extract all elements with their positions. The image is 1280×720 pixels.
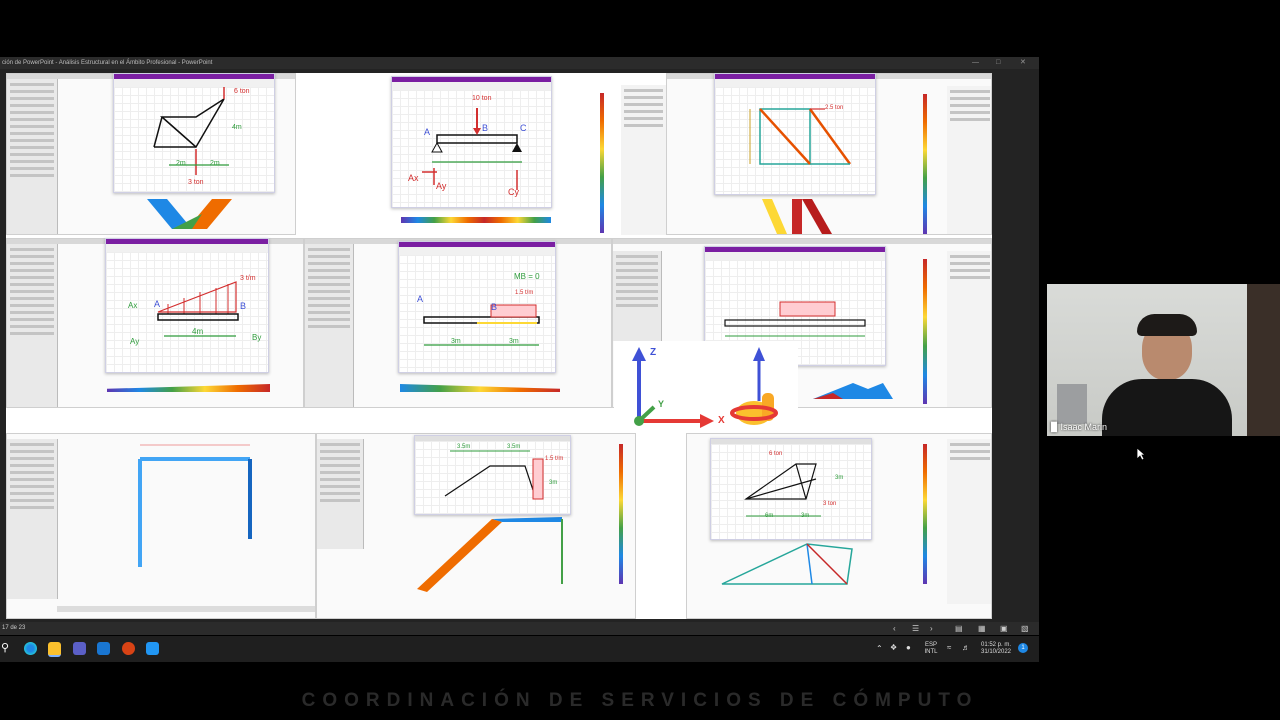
d2-cy-label: Cy xyxy=(508,187,519,197)
software-screenshot-7 xyxy=(6,433,316,619)
clock-date: 31/10/2022 xyxy=(980,649,1012,655)
color-scale-legend xyxy=(600,93,604,233)
windows-taskbar: ⚲ ⌃ ❖ ● ESP INTL ≈ ♬ 01:52 p. m. 31/10/2… xyxy=(0,636,1039,662)
d5-moment-label: MB = 0 xyxy=(514,272,540,281)
frame-result-render xyxy=(138,444,252,567)
mail-icon[interactable] xyxy=(97,642,110,655)
powerpoint-icon[interactable] xyxy=(122,642,135,655)
d3-load-label: 2.5 ton xyxy=(825,105,844,111)
bookshelf-background xyxy=(1247,284,1280,436)
truss-result-render xyxy=(147,199,232,229)
d6-dim1-label: 3.5m xyxy=(457,444,471,450)
d7-dim3-label: 3m xyxy=(835,475,844,481)
slideshow-icon[interactable]: ▧ xyxy=(1021,622,1029,635)
d1-force-label: 3 ton xyxy=(188,179,204,186)
d6-dim3-label: 3m xyxy=(549,480,558,486)
prev-slide-icon[interactable]: ‹ xyxy=(893,622,896,635)
d5-dim2-label: 3m xyxy=(509,338,519,345)
sketch-card-beam-3: MB = 0 1.5 t/m A B 3m 3m xyxy=(398,241,556,373)
volume-icon[interactable]: ♬ xyxy=(962,644,970,652)
d1-load-label: 6 ton xyxy=(234,88,250,95)
sketch-card-truss-3: 6 ton 6m 3m 3m 3 ton xyxy=(710,438,872,540)
footer-banner: COORDINACIÓN DE SERVICIOS DE CÓMPUTO xyxy=(301,690,979,711)
d4-load-label: 3 t/m xyxy=(240,275,256,282)
zoom-app-icon[interactable] xyxy=(146,642,159,655)
d2-ax-label: Ax xyxy=(408,173,419,183)
d5-node-a: A xyxy=(417,294,424,304)
d2-node-a: A xyxy=(424,127,431,137)
language-code: ESP xyxy=(924,642,937,648)
d2-node-c: C xyxy=(520,123,527,133)
clock-time: 01:52 p. m. xyxy=(980,642,1012,648)
results-tree-panel xyxy=(621,85,667,235)
d1-dim3-label: 2m xyxy=(210,160,220,167)
slide-sorter-icon[interactable]: ▦ xyxy=(978,622,986,635)
d2-ay-label: Ay xyxy=(436,181,447,191)
sketch-card-truss-1: 6 ton 4m 2m 2m 3 ton xyxy=(113,73,275,193)
notes-icon[interactable]: ☰ xyxy=(912,622,919,635)
d4-node-b: B xyxy=(240,301,247,311)
input-language[interactable]: ESP INTL xyxy=(920,642,942,656)
close-icon[interactable]: ✕ xyxy=(1020,57,1026,69)
slide-canvas[interactable]: 6 ton 4m 2m 2m 3 ton 10 ton A B C Ax Ay … xyxy=(6,73,992,619)
maximize-icon[interactable]: □ xyxy=(996,57,1000,69)
teams-icon[interactable] xyxy=(73,642,86,655)
search-icon[interactable]: ⚲ xyxy=(1,642,14,655)
chevron-up-icon[interactable]: ⌃ xyxy=(876,645,883,653)
axis-orientation-overlay: Z Y X xyxy=(614,341,798,437)
d1-dim1-label: 4m xyxy=(232,124,242,131)
person-hair xyxy=(1137,314,1197,336)
person-shirt xyxy=(1102,379,1232,436)
clock[interactable]: 01:52 p. m. 31/10/2022 xyxy=(976,642,1016,656)
d7-dim2-label: 3m xyxy=(801,513,810,519)
d7-force-label: 3 ton xyxy=(823,501,837,507)
d1-dim2-label: 2m xyxy=(176,160,186,167)
d5-dim1-label: 3m xyxy=(451,338,461,345)
powerpoint-status-bar: 17 de 23 ‹ ☰ › ▤ ▦ ▣ ▧ xyxy=(0,622,1039,635)
network-share-icon[interactable]: ❖ xyxy=(890,644,897,652)
background-wall-item xyxy=(1057,384,1087,424)
d2-load-label: 10 ton xyxy=(472,95,492,102)
d5-load-label: 1.5 t/m xyxy=(515,290,534,296)
signal-bars-icon: ▉ xyxy=(1051,422,1058,432)
d2-node-b: B xyxy=(482,123,489,133)
d5-node-b: B xyxy=(491,302,498,312)
wifi-icon[interactable]: ≈ xyxy=(947,644,951,652)
microphone-icon[interactable]: ● xyxy=(906,644,911,652)
d7-load-label: 6 ton xyxy=(769,451,783,457)
minimize-icon[interactable]: — xyxy=(972,57,979,69)
normal-view-icon[interactable]: ▤ xyxy=(955,622,963,635)
d4-ay-label: Ay xyxy=(130,337,140,346)
beam-result-gradient xyxy=(401,217,551,223)
d6-dim2-label: 3.5m xyxy=(507,444,521,450)
d7-dim1-label: 6m xyxy=(765,513,774,519)
slide-counter: 17 de 23 xyxy=(2,625,26,631)
participant-name: Isaac Marin xyxy=(1060,422,1107,432)
next-slide-icon[interactable]: › xyxy=(930,622,933,635)
axis-x-label: X xyxy=(718,415,725,426)
sketch-card-beam-2: 3 t/m A B Ax Ay By 4m xyxy=(105,238,269,373)
sketch-card-frame-2: 3.5m 3.5m 1.5 t/m 3m xyxy=(414,435,571,515)
sketch-card-beam-1: 10 ton A B C Ax Ay Cy xyxy=(391,76,552,208)
edge-browser-icon[interactable] xyxy=(24,642,37,655)
notification-icon[interactable]: 1 xyxy=(1018,643,1028,653)
d6-load-label: 1.5 t/m xyxy=(545,456,564,462)
webcam-video-tile: ▉ Isaac Marin xyxy=(1047,284,1280,436)
sketch-card-truss-2: 2.5 ton xyxy=(714,73,876,195)
file-explorer-icon[interactable] xyxy=(48,642,61,657)
mouse-cursor-icon xyxy=(1136,447,1146,461)
window-title: ción de PowerPoint - Análisis Estructura… xyxy=(2,60,213,66)
reading-view-icon[interactable]: ▣ xyxy=(1000,622,1008,635)
d4-span-label: 4m xyxy=(192,327,204,336)
d4-by-label: By xyxy=(252,333,262,342)
powerpoint-title-bar: ción de PowerPoint - Análisis Estructura… xyxy=(0,57,1039,69)
d4-node-a: A xyxy=(154,299,161,309)
participant-label: ▉ Isaac Marin xyxy=(1051,422,1107,433)
axis-z-label: Z xyxy=(650,347,657,358)
axis-y-label: Y xyxy=(658,399,665,409)
d4-ax-label: Ax xyxy=(128,301,138,310)
keyboard-layout: INTL xyxy=(924,649,938,655)
